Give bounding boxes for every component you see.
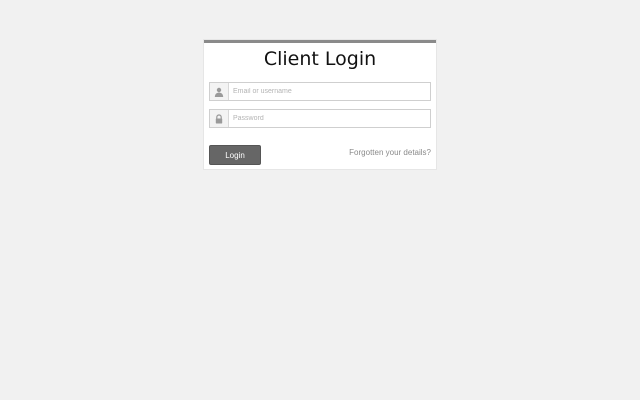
page-title: Client Login	[263, 48, 377, 70]
login-button[interactable]: Login	[209, 145, 261, 165]
username-input[interactable]	[229, 83, 430, 100]
forgot-password-link[interactable]: Forgotten your details?	[349, 148, 431, 157]
lock-icon	[210, 110, 229, 127]
password-field-group	[209, 109, 431, 128]
password-input[interactable]	[229, 110, 430, 127]
username-field-group	[209, 82, 431, 101]
login-card: Client Login Login Forgotten your detail…	[204, 40, 436, 169]
user-icon	[210, 83, 229, 100]
